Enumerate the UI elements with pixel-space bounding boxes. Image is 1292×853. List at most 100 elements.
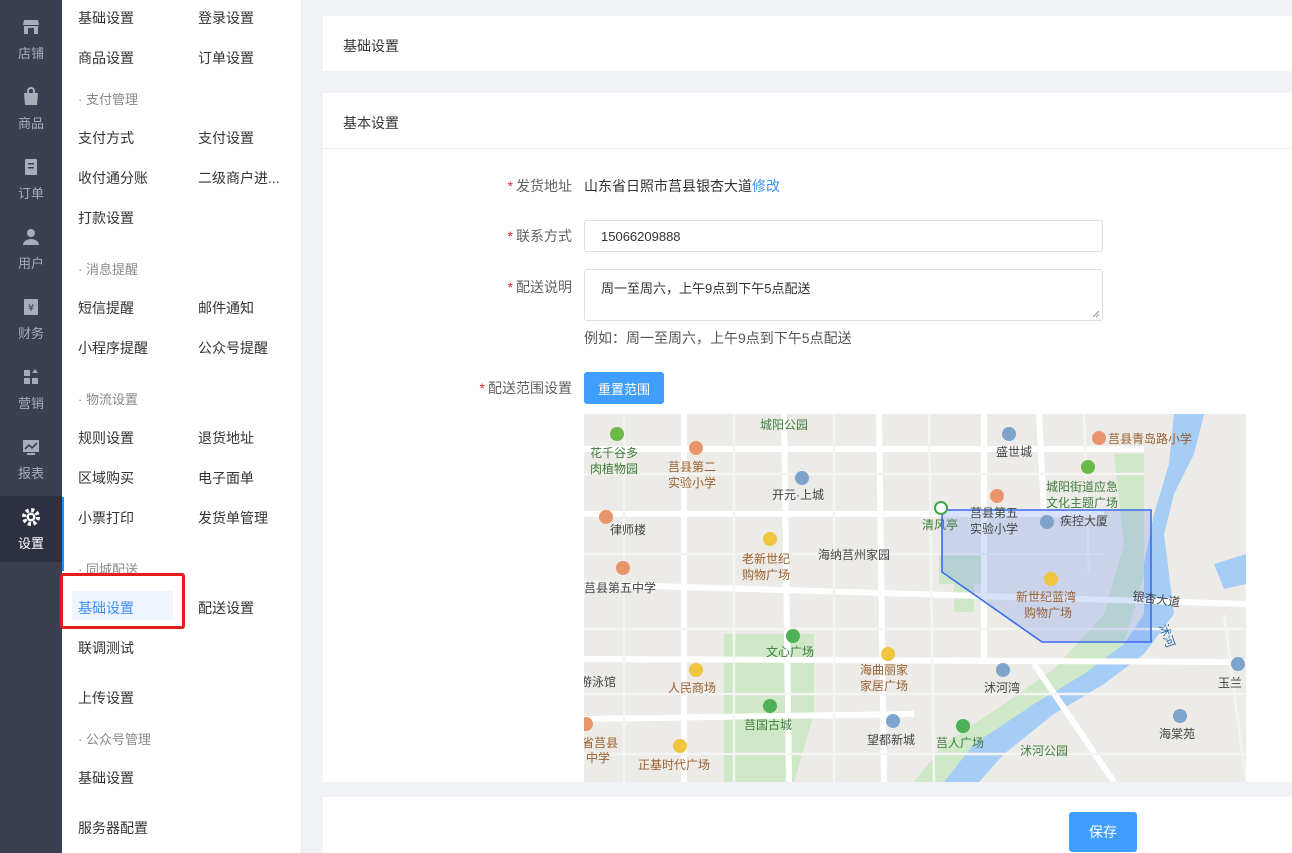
map-label-l25: 海曲丽家 — [860, 662, 908, 677]
menu-sub-merchant[interactable]: 二级商户进... — [198, 168, 280, 188]
menu-invoice-manage[interactable]: 发货单管理 — [198, 508, 268, 528]
contact-label: * 联系方式 — [507, 228, 572, 244]
map-label-l11: 律师楼 — [610, 522, 646, 537]
nav-reports[interactable]: 报表 — [0, 426, 62, 492]
map-label-l18: 海纳莒州家园 — [818, 547, 890, 562]
delivery-range-map[interactable]: 城阳公园 花千谷多 肉植物园 莒县第二 实验小学 开元·上城 盛世城 莒县青岛路… — [584, 414, 1246, 782]
page-header-card: 基础设置 — [323, 16, 1292, 71]
map-label-l1: 城阳公园 — [760, 418, 808, 432]
map-label-l33: 莒人广场 — [936, 736, 984, 750]
nav-users[interactable]: 用户 — [0, 216, 62, 282]
map-label-l27: 沭河湾 — [984, 680, 1020, 695]
nav-marketing[interactable]: 营销 — [0, 356, 62, 422]
delivery-note-label: * 配送说明 — [507, 279, 572, 295]
delivery-note-hint: 例如：周一至周六，上午9点到下午5点配送 — [584, 330, 852, 346]
page-title: 基础设置 — [343, 38, 399, 54]
map-label-l28: 玉兰 — [1218, 676, 1242, 690]
footer-card — [323, 797, 1292, 853]
map-canvas: 城阳公园 花千谷多 肉植物园 莒县第二 实验小学 开元·上城 盛世城 莒县青岛路… — [584, 414, 1246, 782]
highlight-box — [60, 573, 185, 629]
menu-goods-settings[interactable]: 商品设置 — [78, 48, 134, 68]
map-label-l32: 望都新城 — [867, 732, 915, 747]
menu-email-notice[interactable]: 邮件通知 — [198, 298, 254, 318]
map-label-l16: 老新世纪 — [742, 551, 790, 566]
resize-handle-icon[interactable] — [1092, 310, 1100, 318]
menu-miniapp-reminder[interactable]: 小程序提醒 — [78, 338, 148, 358]
map-label-l14: 实验小学 — [970, 521, 1018, 536]
contact-input[interactable]: 15066209888 — [584, 220, 1103, 252]
gear-icon — [22, 507, 40, 526]
menu-login-settings[interactable]: 登录设置 — [198, 8, 254, 28]
menu-rule-settings[interactable]: 规则设置 — [78, 428, 134, 448]
menu-receipt-print[interactable]: 小票打印 — [78, 508, 134, 528]
map-label-l13: 莒县第五 — [970, 506, 1018, 520]
menu-e-waybill[interactable]: 电子面单 — [198, 468, 254, 488]
map-label-l26: 家居广场 — [860, 678, 908, 693]
group-payment: · 支付管理 — [78, 92, 138, 107]
map-label-l34: 沭河公园 — [1020, 744, 1068, 758]
save-button[interactable]: 保存 — [1069, 812, 1137, 852]
map-label-l36: 省莒县 — [584, 736, 618, 750]
menu-delivery-settings[interactable]: 配送设置 — [198, 598, 254, 618]
map-label-l19: 莒县第五中学 — [584, 580, 656, 595]
menu-server-config[interactable]: 服务器配置 — [78, 818, 148, 838]
group-logistics: · 物流设置 — [78, 392, 138, 407]
ship-address-value: 山东省日照市莒县银杏大道修改 — [584, 178, 780, 194]
menu-upload-settings[interactable]: 上传设置 — [78, 688, 134, 708]
map-label-l3: 肉植物园 — [590, 461, 638, 476]
user-icon — [23, 228, 39, 245]
menu-wechat-reminder[interactable]: 公众号提醒 — [198, 338, 268, 358]
menu-split-account[interactable]: 收付通分账 — [78, 168, 148, 188]
nav-goods[interactable]: 商品 — [0, 76, 62, 142]
map-label-l12: 清风亭 — [922, 517, 958, 532]
menu-payment-settings[interactable]: 支付设置 — [198, 128, 254, 148]
nav-orders[interactable]: 订单 — [0, 146, 62, 212]
order-icon — [25, 158, 37, 175]
nav-marketing-label: 营销 — [17, 395, 44, 411]
menu-joint-test[interactable]: 联调测试 — [78, 638, 134, 658]
menu-wechat-basic-settings[interactable]: 基础设置 — [78, 768, 134, 788]
map-label-l7: 盛世城 — [996, 444, 1032, 459]
nav-orders-label: 订单 — [17, 185, 44, 201]
menu-payment-method[interactable]: 支付方式 — [78, 128, 134, 148]
nav-settings[interactable]: 设置 — [0, 496, 62, 562]
nav-store-label: 店铺 — [17, 45, 44, 61]
nav-goods-label: 商品 — [17, 115, 44, 131]
menu-sms-reminder[interactable]: 短信提醒 — [78, 298, 134, 318]
map-label-l35: 海棠苑 — [1159, 726, 1195, 741]
form-card-title: 基本设置 — [343, 115, 399, 131]
menu-order-settings[interactable]: 订单设置 — [198, 48, 254, 68]
map-label-l20: 新世纪蓝湾 — [1016, 589, 1076, 604]
edit-address-link[interactable]: 修改 — [752, 178, 780, 194]
map-label-l10: 文化主题广场 — [1046, 495, 1118, 510]
nav-finance-label: 财务 — [17, 325, 44, 341]
map-label-l8: 莒县青岛路小学 — [1108, 431, 1192, 446]
map-label-l30: 人民商场 — [668, 680, 716, 695]
nav-settings-label: 设置 — [17, 535, 44, 551]
map-label-l31: 莒国古城 — [744, 717, 792, 732]
nav-store[interactable]: 店铺 — [0, 6, 62, 72]
store-icon — [23, 19, 39, 34]
ship-address-label: * 发货地址 — [507, 178, 572, 194]
delivery-note-textarea[interactable]: 周一至周六，上午9点到下午5点配送 — [584, 269, 1103, 321]
map-label-l29: 游泳馆 — [584, 674, 616, 689]
map-label-l38: 正基时代广场 — [638, 758, 710, 772]
marketing-icon — [24, 368, 38, 384]
menu-basic-settings[interactable]: 基础设置 — [78, 8, 134, 28]
map-label-l5: 实验小学 — [668, 475, 716, 490]
group-wechat: · 公众号管理 — [78, 732, 151, 747]
menu-return-address[interactable]: 退货地址 — [198, 428, 254, 448]
menu-region-purchase[interactable]: 区域购买 — [78, 468, 134, 488]
main-nav-rail: 店铺 商品 订单 用户 ¥ 财务 营销 报表 设置 — [0, 0, 62, 853]
map-label-l17: 购物广场 — [742, 567, 790, 582]
nav-finance[interactable]: ¥ 财务 — [0, 286, 62, 352]
menu-payout-settings[interactable]: 打款设置 — [78, 208, 134, 228]
settings-submenu: 基础设置 登录设置 商品设置 订单设置 · 支付管理 支付方式 支付设置 收付通… — [60, 0, 302, 853]
reset-range-button[interactable]: 重置范围 — [584, 372, 664, 404]
map-label-l2: 花千谷多 — [590, 445, 638, 460]
active-section-indicator — [62, 497, 64, 571]
nav-users-label: 用户 — [17, 255, 44, 271]
map-label-l37: 中学 — [586, 750, 610, 765]
range-label: * 配送范围设置 — [479, 380, 572, 396]
map-label-l9: 城阳街道应急 — [1046, 479, 1118, 494]
